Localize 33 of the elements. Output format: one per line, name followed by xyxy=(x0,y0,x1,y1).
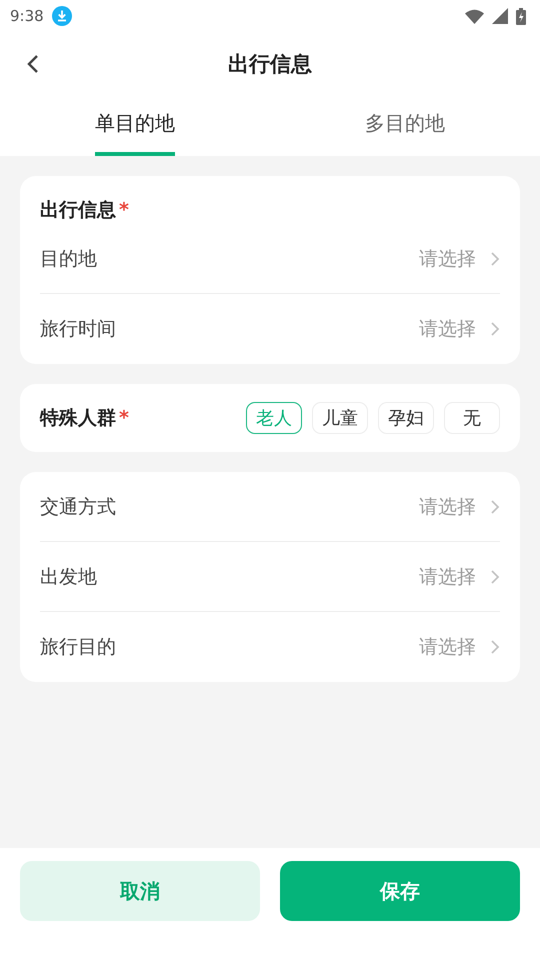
signal-icon xyxy=(492,8,508,24)
select-field[interactable]: 请选择 xyxy=(419,494,476,520)
cancel-button[interactable]: 取消 xyxy=(20,861,260,921)
save-button[interactable]: 保存 xyxy=(280,861,520,921)
field-label: 出发地 xyxy=(40,564,98,590)
select-field[interactable]: 请选择 xyxy=(419,316,476,342)
option-chip[interactable]: 儿童 xyxy=(312,402,368,434)
required-mark: * xyxy=(119,199,129,221)
select-field[interactable]: 请选择 xyxy=(419,246,476,272)
wifi-icon xyxy=(465,8,484,24)
download-icon xyxy=(52,6,72,26)
select-field[interactable]: 请选择 xyxy=(419,564,476,590)
back-icon[interactable] xyxy=(26,54,40,74)
required-mark: * xyxy=(119,407,129,429)
field-label: 交通方式 xyxy=(40,494,117,520)
battery-icon xyxy=(516,8,526,24)
chevron-right-icon xyxy=(490,250,500,266)
section-title: 特殊人群 xyxy=(40,406,116,431)
chevron-right-icon xyxy=(490,639,500,655)
tab[interactable]: 多目的地 xyxy=(365,96,445,156)
option-chip[interactable]: 老人 xyxy=(246,402,302,434)
page-title: 出行信息 xyxy=(228,51,312,78)
section-title: 出行信息 xyxy=(40,198,116,223)
status-time: 9:38 xyxy=(10,7,44,25)
option-chip[interactable]: 孕妇 xyxy=(378,402,434,434)
field-label: 旅行时间 xyxy=(40,317,117,342)
option-chip[interactable]: 无 xyxy=(444,402,500,434)
field-label: 旅行目的 xyxy=(40,635,117,660)
field-label: 目的地 xyxy=(40,246,98,272)
chevron-right-icon xyxy=(490,498,500,514)
select-field[interactable]: 请选择 xyxy=(419,634,476,660)
chevron-right-icon xyxy=(490,568,500,584)
chevron-right-icon xyxy=(490,321,500,337)
